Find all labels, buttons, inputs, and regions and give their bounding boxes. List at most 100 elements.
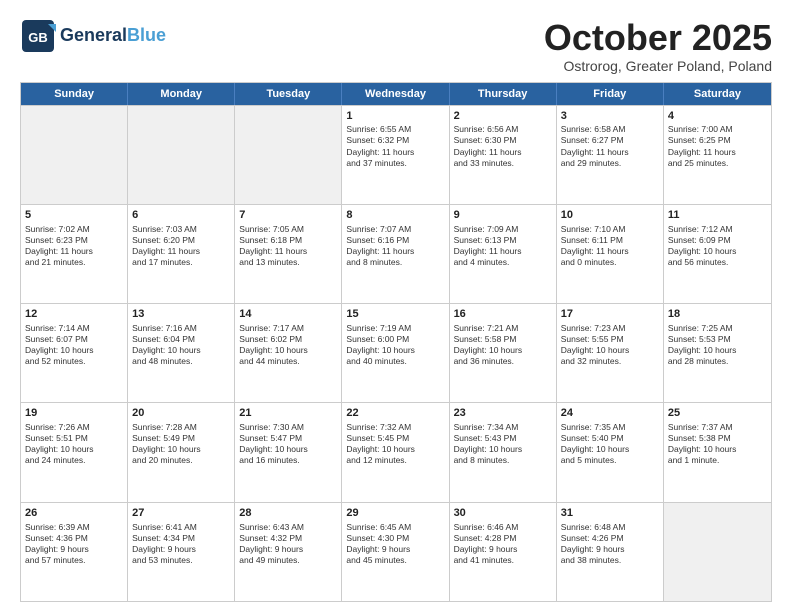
cell-line: Sunset: 5:40 PM xyxy=(561,433,659,444)
cell-line: Sunrise: 6:43 AM xyxy=(239,522,337,533)
cell-line: Sunrise: 6:48 AM xyxy=(561,522,659,533)
cell-line: Daylight: 10 hours xyxy=(668,246,767,257)
calendar-row-5: 26Sunrise: 6:39 AMSunset: 4:36 PMDayligh… xyxy=(21,502,771,601)
cell-line: Sunrise: 6:45 AM xyxy=(346,522,444,533)
title-block: October 2025 Ostrorog, Greater Poland, P… xyxy=(544,18,772,74)
day-number: 24 xyxy=(561,406,659,421)
day-number: 30 xyxy=(454,506,552,521)
day-header-sunday: Sunday xyxy=(21,83,128,105)
cell-line: and 21 minutes. xyxy=(25,257,123,268)
svg-text:GB: GB xyxy=(28,30,48,45)
day-header-thursday: Thursday xyxy=(450,83,557,105)
day-number: 29 xyxy=(346,506,444,521)
calendar-cell: 15Sunrise: 7:19 AMSunset: 6:00 PMDayligh… xyxy=(342,304,449,402)
day-number: 13 xyxy=(132,307,230,322)
calendar-cell: 10Sunrise: 7:10 AMSunset: 6:11 PMDayligh… xyxy=(557,205,664,303)
cell-line: and 57 minutes. xyxy=(25,555,123,566)
day-header-friday: Friday xyxy=(557,83,664,105)
day-number: 20 xyxy=(132,406,230,421)
cell-line: and 32 minutes. xyxy=(561,356,659,367)
day-number: 25 xyxy=(668,406,767,421)
calendar-cell: 20Sunrise: 7:28 AMSunset: 5:49 PMDayligh… xyxy=(128,403,235,501)
calendar-cell: 6Sunrise: 7:03 AMSunset: 6:20 PMDaylight… xyxy=(128,205,235,303)
calendar-cell: 25Sunrise: 7:37 AMSunset: 5:38 PMDayligh… xyxy=(664,403,771,501)
page: GB GeneralBlue October 2025 Ostrorog, Gr… xyxy=(0,0,792,612)
day-number: 1 xyxy=(346,109,444,124)
day-number: 2 xyxy=(454,109,552,124)
cell-line: Sunrise: 7:25 AM xyxy=(668,323,767,334)
calendar-cell: 3Sunrise: 6:58 AMSunset: 6:27 PMDaylight… xyxy=(557,106,664,204)
cell-line: and 48 minutes. xyxy=(132,356,230,367)
cell-line: Sunrise: 7:35 AM xyxy=(561,422,659,433)
calendar-cell: 7Sunrise: 7:05 AMSunset: 6:18 PMDaylight… xyxy=(235,205,342,303)
calendar-cell: 4Sunrise: 7:00 AMSunset: 6:25 PMDaylight… xyxy=(664,106,771,204)
cell-line: and 20 minutes. xyxy=(132,455,230,466)
calendar-cell: 29Sunrise: 6:45 AMSunset: 4:30 PMDayligh… xyxy=(342,503,449,601)
calendar-cell: 14Sunrise: 7:17 AMSunset: 6:02 PMDayligh… xyxy=(235,304,342,402)
logo-icon: GB xyxy=(20,18,56,54)
cell-line: Daylight: 9 hours xyxy=(561,544,659,555)
calendar-cell: 17Sunrise: 7:23 AMSunset: 5:55 PMDayligh… xyxy=(557,304,664,402)
cell-line: Sunrise: 7:16 AM xyxy=(132,323,230,334)
cell-line: Sunset: 6:11 PM xyxy=(561,235,659,246)
calendar-row-3: 12Sunrise: 7:14 AMSunset: 6:07 PMDayligh… xyxy=(21,303,771,402)
calendar-cell: 18Sunrise: 7:25 AMSunset: 5:53 PMDayligh… xyxy=(664,304,771,402)
cell-line: and 36 minutes. xyxy=(454,356,552,367)
cell-line: Sunset: 5:55 PM xyxy=(561,334,659,345)
calendar-cell xyxy=(664,503,771,601)
cell-line: Sunset: 6:07 PM xyxy=(25,334,123,345)
cell-line: and 8 minutes. xyxy=(346,257,444,268)
cell-line: Daylight: 9 hours xyxy=(132,544,230,555)
cell-line: Daylight: 10 hours xyxy=(25,345,123,356)
day-header-tuesday: Tuesday xyxy=(235,83,342,105)
cell-line: Daylight: 11 hours xyxy=(561,246,659,257)
cell-line: Sunrise: 7:12 AM xyxy=(668,224,767,235)
cell-line: and 37 minutes. xyxy=(346,158,444,169)
cell-line: and 17 minutes. xyxy=(132,257,230,268)
day-number: 5 xyxy=(25,208,123,223)
cell-line: Sunrise: 7:07 AM xyxy=(346,224,444,235)
calendar-cell: 24Sunrise: 7:35 AMSunset: 5:40 PMDayligh… xyxy=(557,403,664,501)
cell-line: Sunset: 5:43 PM xyxy=(454,433,552,444)
cell-line: Sunrise: 7:10 AM xyxy=(561,224,659,235)
header: GB GeneralBlue October 2025 Ostrorog, Gr… xyxy=(20,18,772,74)
calendar-header: SundayMondayTuesdayWednesdayThursdayFrid… xyxy=(21,83,771,105)
calendar-row-1: 1Sunrise: 6:55 AMSunset: 6:32 PMDaylight… xyxy=(21,105,771,204)
calendar-cell: 9Sunrise: 7:09 AMSunset: 6:13 PMDaylight… xyxy=(450,205,557,303)
cell-line: Sunset: 6:20 PM xyxy=(132,235,230,246)
day-number: 10 xyxy=(561,208,659,223)
cell-line: Sunset: 6:16 PM xyxy=(346,235,444,246)
cell-line: and 45 minutes. xyxy=(346,555,444,566)
cell-line: Sunset: 6:09 PM xyxy=(668,235,767,246)
cell-line: Sunrise: 7:19 AM xyxy=(346,323,444,334)
cell-line: Sunrise: 7:23 AM xyxy=(561,323,659,334)
calendar-cell: 31Sunrise: 6:48 AMSunset: 4:26 PMDayligh… xyxy=(557,503,664,601)
cell-line: Sunset: 5:45 PM xyxy=(346,433,444,444)
logo: GB GeneralBlue xyxy=(20,18,166,54)
calendar-cell: 16Sunrise: 7:21 AMSunset: 5:58 PMDayligh… xyxy=(450,304,557,402)
cell-line: Daylight: 9 hours xyxy=(454,544,552,555)
cell-line: and 33 minutes. xyxy=(454,158,552,169)
cell-line: Daylight: 10 hours xyxy=(561,444,659,455)
cell-line: Sunrise: 7:30 AM xyxy=(239,422,337,433)
cell-line: Daylight: 10 hours xyxy=(454,345,552,356)
day-number: 26 xyxy=(25,506,123,521)
cell-line: Daylight: 11 hours xyxy=(132,246,230,257)
cell-line: Daylight: 9 hours xyxy=(239,544,337,555)
cell-line: and 28 minutes. xyxy=(668,356,767,367)
day-number: 16 xyxy=(454,307,552,322)
calendar-cell: 1Sunrise: 6:55 AMSunset: 6:32 PMDaylight… xyxy=(342,106,449,204)
cell-line: Sunrise: 7:34 AM xyxy=(454,422,552,433)
cell-line: Sunset: 5:47 PM xyxy=(239,433,337,444)
calendar-cell: 13Sunrise: 7:16 AMSunset: 6:04 PMDayligh… xyxy=(128,304,235,402)
calendar-cell: 11Sunrise: 7:12 AMSunset: 6:09 PMDayligh… xyxy=(664,205,771,303)
cell-line: Daylight: 11 hours xyxy=(454,246,552,257)
calendar-cell: 19Sunrise: 7:26 AMSunset: 5:51 PMDayligh… xyxy=(21,403,128,501)
cell-line: Sunset: 6:04 PM xyxy=(132,334,230,345)
cell-line: Sunrise: 7:05 AM xyxy=(239,224,337,235)
cell-line: Sunrise: 7:32 AM xyxy=(346,422,444,433)
day-number: 6 xyxy=(132,208,230,223)
cell-line: and 56 minutes. xyxy=(668,257,767,268)
day-number: 23 xyxy=(454,406,552,421)
day-number: 4 xyxy=(668,109,767,124)
